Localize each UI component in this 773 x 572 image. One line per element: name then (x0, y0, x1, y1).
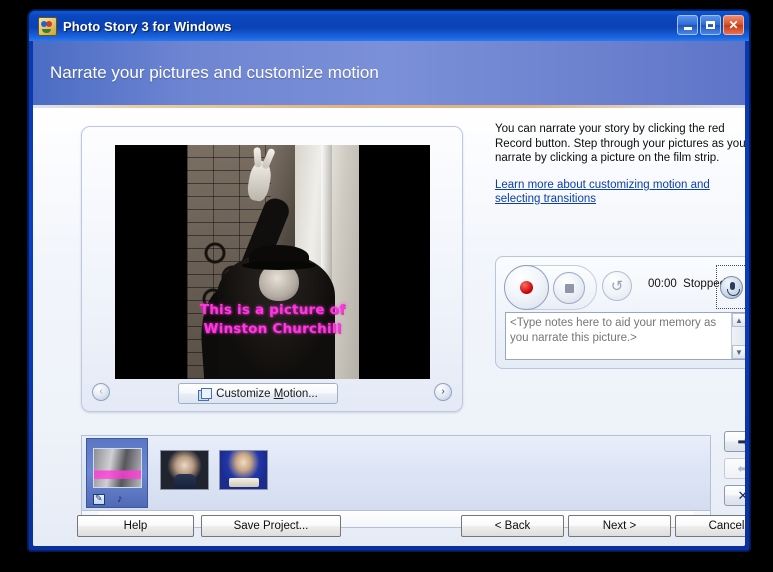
desktop-background: Photo Story 3 for Windows ✕ Narrate your… (0, 0, 773, 572)
notes-scrollbar[interactable]: ▲ ▼ (731, 313, 745, 359)
caption-line-2: Winston Churchill (203, 321, 342, 337)
microphone-settings-button[interactable] (720, 275, 743, 299)
narration-timer: 00:00 (648, 278, 677, 290)
customize-motion-button[interactable]: Customize Motion... (178, 383, 338, 404)
stop-button[interactable] (553, 272, 585, 304)
notes-scroll-down-button[interactable]: ▼ (732, 345, 745, 359)
motion-icon (198, 387, 213, 401)
thumbnail-woman-blue[interactable] (219, 450, 268, 490)
window-title: Photo Story 3 for Windows (63, 18, 232, 34)
record-icon (520, 281, 533, 294)
narration-panel: ↺ 00:00 Stopped ▲ ▼ (495, 256, 745, 369)
learn-more-link[interactable]: Learn more about customizing motion and … (495, 178, 745, 206)
page-banner: Narrate your pictures and customize moti… (33, 41, 745, 105)
page-title: Narrate your pictures and customize moti… (50, 63, 379, 82)
photo-canvas: This is a picture of Winston Churchill (115, 145, 430, 379)
next-button[interactable]: Next > (568, 515, 671, 537)
film-strip-item-2[interactable] (154, 442, 214, 504)
photo-caption: This is a picture of Winston Churchill (115, 301, 430, 339)
close-icon: ✕ (728, 18, 739, 32)
delete-picture-button[interactable]: ✕ (724, 485, 745, 506)
notes-field-wrapper: ▲ ▼ (505, 312, 745, 360)
customize-motion-label: Customize Motion... (216, 387, 318, 400)
film-strip-side-controls: ➡ ⬅ ✕ (724, 431, 745, 512)
app-icon (38, 16, 57, 36)
save-project-button[interactable]: Save Project... (201, 515, 341, 537)
music-badge-icon: ♪ (117, 493, 123, 505)
narration-notes-input[interactable] (506, 313, 731, 359)
back-button[interactable]: < Back (461, 515, 564, 537)
previous-picture-button[interactable]: ‹ (92, 383, 110, 401)
maximize-icon (706, 21, 715, 29)
close-button[interactable]: ✕ (723, 15, 744, 35)
title-bar: Photo Story 3 for Windows ✕ (29, 11, 749, 41)
film-strip-item-3[interactable] (213, 442, 273, 504)
picture-preview-pane: This is a picture of Winston Churchill ‹… (81, 126, 463, 412)
film-strip-item-1[interactable]: ♪ (86, 438, 148, 508)
delete-narration-button[interactable]: ↺ (602, 271, 632, 301)
minimize-icon (683, 27, 692, 30)
notes-scroll-up-button[interactable]: ▲ (732, 313, 745, 327)
record-button[interactable] (504, 265, 549, 310)
microphone-button-focus (716, 265, 745, 309)
photo-hat (242, 245, 316, 270)
instructions-text: You can narrate your story by clicking t… (495, 123, 745, 164)
next-picture-button[interactable]: › (434, 383, 452, 401)
application-window: Photo Story 3 for Windows ✕ Narrate your… (28, 10, 750, 551)
thumbnail-man-suit[interactable] (160, 450, 209, 490)
thumbnail-churchill[interactable] (93, 448, 142, 488)
client-area: This is a picture of Winston Churchill ‹… (33, 108, 745, 546)
narration-status: 00:00 Stopped (648, 278, 726, 290)
stop-icon (564, 283, 574, 293)
edit-badge-icon (93, 493, 105, 505)
move-right-button[interactable]: ➡ (724, 431, 745, 452)
cancel-button[interactable]: Cancel (675, 515, 745, 537)
film-strip-item-badges: ♪ (93, 493, 143, 506)
film-strip[interactable]: ♪ (81, 435, 711, 511)
caption-line-1: This is a picture of (199, 302, 346, 318)
move-left-button[interactable]: ⬅ (724, 458, 745, 479)
minimize-button[interactable] (677, 15, 698, 35)
maximize-button[interactable] (700, 15, 721, 35)
dialog-button-bar: Help Save Project... < Back Next > Cance… (33, 515, 745, 537)
help-button[interactable]: Help (77, 515, 194, 537)
photo-image (187, 145, 359, 379)
window-controls: ✕ (677, 15, 744, 35)
record-controls-cluster (504, 265, 597, 310)
